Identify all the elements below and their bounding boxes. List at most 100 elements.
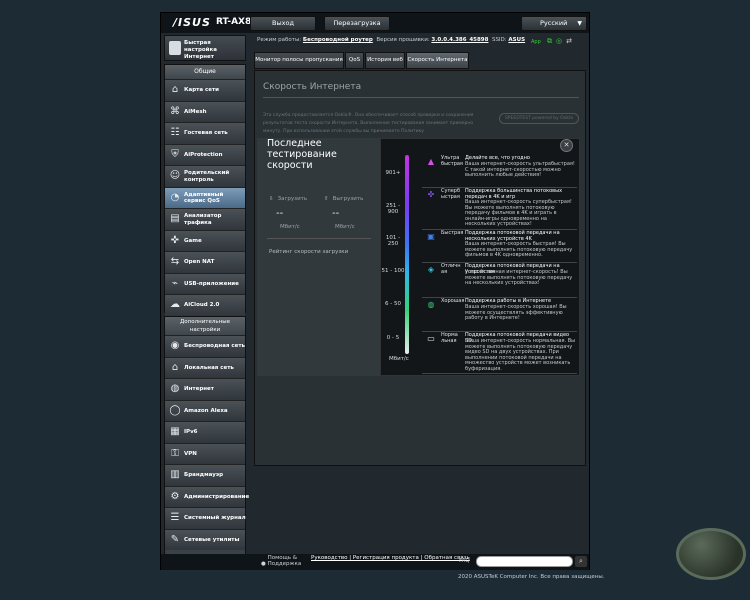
quick-setup-button[interactable]: Быстрая настройка Интернет [164,35,246,61]
tab-web-history[interactable]: История веб [365,52,405,69]
logout-button[interactable]: Выход [250,16,316,31]
sidebar-item-label: Локальная сеть [184,364,234,371]
help-support-link[interactable]: ● Помощь & Поддержка [261,555,310,567]
tier-name: Быстрая [441,230,464,236]
sidebar-item-qos[interactable]: ◔ Адаптивный сервис QoS [165,186,245,208]
sidebar-item-usb[interactable]: ⌁ USB-приложение [165,272,245,294]
sidebar-item-alexa[interactable]: ◯ Amazon Alexa [165,399,245,421]
chevron-down-icon: ▼ [577,20,582,27]
footer-links[interactable]: Руководство | Регистрация продукта | Обр… [311,555,470,561]
gamepad-icon: ✜ [170,234,180,246]
system-log-icon: ☰ [170,512,180,523]
search-icon[interactable]: ⌕ [575,556,587,567]
cloud-icon: ☁ [170,299,180,310]
open-nat-icon: ⇆ [170,256,180,267]
reboot-button[interactable]: Перезагрузка [324,16,390,31]
tab-internet-speed[interactable]: Скорость Интернета [406,52,469,69]
sidebar-item-vpn[interactable]: ⚿ VPN [165,442,245,464]
status-icons: App ⧉◎⇄ [531,37,576,46]
tier-name: Хорошая [441,298,465,304]
sidebar-item-guest-network[interactable]: ☷ Гостевая сеть [165,122,245,144]
faq-search-input[interactable] [476,556,573,567]
ssid-link[interactable]: ASUS [508,37,525,43]
tier-description: Ваша интернет-скорость нормальная. Вы мо… [465,338,576,372]
mode-label: Режим работы: [257,37,302,43]
sidebar-item-ipv6[interactable]: ▦ IPv6 [165,421,245,443]
general-panel: Общие ⌂ Карта сети ⌘ AiMesh ☷ Гостевая сеть ⛨ A… [164,64,246,316]
sidebar-item-firewall[interactable]: ▥ Брандмауэр [165,464,245,486]
tier-description: Ваша интернет-скорость быстрая! Вы может… [465,241,573,258]
guest-network-icon: ☷ [170,127,180,138]
shield-icon: ⛨ [171,148,179,160]
sidebar-item-system-log[interactable]: ☰ Системный журнал [165,507,246,529]
sidebar-item-gamepad[interactable]: ✜ Game [165,229,245,251]
mode-link[interactable]: Беспроводной роутер [303,37,373,43]
sidebar-item-label: Анализатор трафика [184,213,222,226]
firmware-link[interactable]: 3.0.0.4.386_45898 [431,37,488,43]
sidebar-item-wireless[interactable]: ◉ Беспроводная сеть [165,335,245,357]
sidebar-item-label: Open NAT [184,259,215,266]
sidebar-item-network-tools[interactable]: ✎ Сетевые утилиты [165,528,245,550]
sidebar-item-label: VPN [184,450,197,457]
sidebar-item-globe[interactable]: ◍ Интернет [165,378,245,400]
sidebar-item-cloud[interactable]: ☁ AiCloud 2.0 [165,294,245,316]
internet-status-icon[interactable]: ◎ [556,37,566,45]
tab-bandwidth-monitor[interactable]: Монитор полосы пропускания [254,52,344,69]
dialog-title: Последнее тестирование скорости [267,138,337,171]
sidebar-item-shield[interactable]: ⛨ AiProtection [165,143,245,165]
quick-setup-label: Быстрая настройка Интернет [184,40,217,60]
parental-control-icon: ☺ [169,170,181,181]
sidebar-item-label: Системный журнал [184,515,246,522]
page-description: Эта служба предоставляется Ookla®. Она о… [263,113,474,134]
ipv6-icon: ▦ [170,426,180,437]
tier-description: Ваша интернет-скорость ультрабыстрая! С … [465,161,575,178]
speed-tier: ▣ Быстрая Поддержка потоковой передачи на … [422,230,577,263]
close-icon[interactable]: ✕ [560,139,573,152]
sidebar-item-label: Брандмауэр [184,472,224,479]
4k-icon: ▣ [427,232,435,241]
wireless-icon: ◉ [170,340,180,351]
sidebar-item-label: Сетевые утилиты [184,536,240,543]
speed-range-label: 251 - 900 [385,203,401,215]
stream-icon: ◈ [427,265,435,274]
quick-setup-icon [169,41,181,55]
sidebar-item-label: Гостевая сеть [184,130,228,137]
last-test-panel: Последнее тестирование скорости ⇩ Загрузи… [257,138,380,376]
copyright: 2020 ASUSTeK Computer Inc. Все права защ… [458,574,605,580]
network-status-icon[interactable]: ⧉ [547,37,556,45]
top-bar: /ISUS RT-AX86S Выход Перезагрузка Русски… [161,13,589,33]
upload-label-row: ⇧ Выгрузить [324,196,363,202]
sidebar-item-parental-control[interactable]: ☺ Родительский контроль [165,165,245,187]
sidebar-item-network-map[interactable]: ⌂ Карта сети [165,79,245,101]
usb-icon: ⌁ [171,277,179,289]
watermark-logo [676,528,746,580]
tab-qos[interactable]: QoS [345,52,364,69]
language-select[interactable]: Русский ▼ [521,16,587,31]
rocket-icon: ▲ [427,157,435,166]
sidebar-item-aimesh[interactable]: ⌘ AiMesh [165,100,245,122]
sidebar-item-admin[interactable]: ⚙ Администрирование [165,485,249,507]
advanced-header: Дополнительные настройки [165,317,245,335]
upload-unit: Мбит/с [335,224,355,230]
faq-label: FAQ [459,558,470,564]
ssid-label: SSID: [491,37,507,43]
speedtest-logo: SPEEDTEST powered by Ookla [499,113,579,124]
download-label: Загрузить [277,196,308,202]
asus-logo: /ISUS [173,16,211,29]
usb-status-icon[interactable]: ⇄ [566,37,576,45]
sidebar-item-open-nat[interactable]: ⇆ Open NAT [165,251,245,273]
gamepad-icon: ✜ [427,190,435,199]
app-icon[interactable]: App [531,39,541,45]
sidebar-item-lan[interactable]: ⌂ Локальная сеть [165,356,245,378]
sidebar-item-traffic-analyzer[interactable]: ▤ Анализатор трафика [165,208,245,230]
download-value: -- [276,208,284,219]
advanced-panel: Дополнительные настройки ◉ Беспроводная с… [164,316,249,562]
rating-label: Рейтинг скорости загрузки [269,249,349,255]
upload-value: -- [332,208,340,219]
tier-name: Ультра быстрая [441,155,463,167]
download-unit: Мбит/с [280,224,300,230]
title-divider [263,97,579,98]
speed-tier: ✜ Суперб ыстрая Поддержка большинства пото… [422,188,577,230]
speed-range-label: 901+ [385,170,401,176]
sidebar-item-label: Интернет [184,386,214,393]
